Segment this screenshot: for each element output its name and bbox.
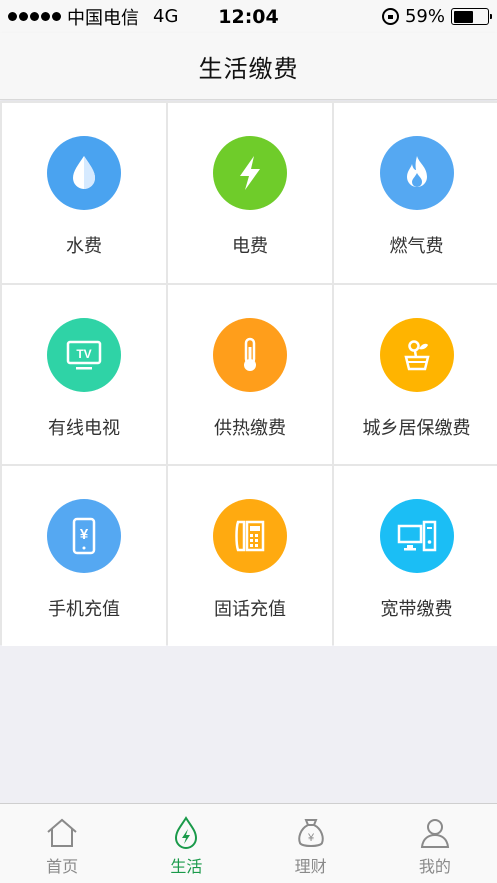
flame-icon: [379, 136, 454, 210]
status-bar: 中国电信 4G 12:04 59%: [0, 0, 497, 33]
service-label: 手机充值: [48, 599, 120, 620]
tab-bar: 首页 生活 ¥ 理财 我的: [0, 803, 497, 883]
service-gas[interactable]: 燃气费: [334, 103, 497, 283]
user-icon: [420, 819, 449, 848]
service-pension[interactable]: 城乡居保缴费: [334, 285, 497, 464]
money-bag-icon: ¥: [297, 819, 324, 847]
svg-text:¥: ¥: [80, 526, 89, 543]
tab-home[interactable]: 首页: [0, 804, 124, 883]
signal-strength-icon: [8, 12, 61, 21]
service-label: 燃气费: [389, 236, 444, 257]
service-label: 固话充值: [214, 599, 286, 620]
carrier-name: 中国电信: [67, 7, 139, 29]
page-title: 生活缴费: [198, 54, 299, 83]
tab-label: 生活: [170, 857, 203, 876]
network-type: 4G: [153, 6, 179, 27]
service-landline[interactable]: 固话充值: [168, 466, 332, 646]
service-label: 宽带缴费: [380, 599, 453, 620]
service-heating[interactable]: 供热缴费: [168, 285, 332, 464]
telephone-icon: [213, 499, 287, 573]
service-label: 电费: [232, 236, 268, 257]
service-water[interactable]: 水费: [2, 103, 166, 283]
home-icon: [47, 818, 77, 847]
service-electricity[interactable]: 电费: [168, 103, 332, 283]
navigation-bar: 生活缴费: [0, 33, 497, 100]
tab-label: 我的: [418, 857, 451, 876]
lightning-icon: [213, 136, 287, 210]
svg-text:TV: TV: [76, 347, 91, 361]
life-drop-icon: [175, 816, 198, 849]
service-grid: 水费 电费 燃气费 TV 有线电视 供热缴费 城乡居保缴费 ¥ 手机充值 固话充…: [0, 101, 497, 646]
battery-percent: 59%: [404, 6, 445, 27]
tab-label: 首页: [46, 857, 79, 876]
mobile-yuan-icon: ¥: [47, 499, 121, 573]
svg-text:¥: ¥: [307, 832, 315, 844]
tv-icon: TV: [47, 318, 121, 392]
service-label: 城乡居保缴费: [362, 418, 471, 439]
rotation-lock-icon: [381, 8, 399, 25]
thermometer-icon: [213, 318, 287, 392]
service-label: 供热缴费: [214, 418, 286, 439]
plant-icon: [379, 318, 454, 392]
service-mobile-recharge[interactable]: ¥ 手机充值: [2, 466, 166, 646]
service-label: 有线电视: [48, 418, 120, 439]
service-cable-tv[interactable]: TV 有线电视: [2, 285, 166, 464]
tab-finance[interactable]: ¥ 理财: [249, 804, 373, 883]
tab-mine[interactable]: 我的: [373, 804, 497, 883]
tab-life[interactable]: 生活: [124, 804, 248, 883]
battery-icon: [451, 8, 492, 25]
computer-icon: [379, 499, 454, 573]
tab-label: 理财: [294, 857, 327, 876]
service-broadband[interactable]: 宽带缴费: [334, 466, 497, 646]
service-label: 水费: [66, 236, 102, 257]
water-drop-icon: [47, 136, 121, 210]
